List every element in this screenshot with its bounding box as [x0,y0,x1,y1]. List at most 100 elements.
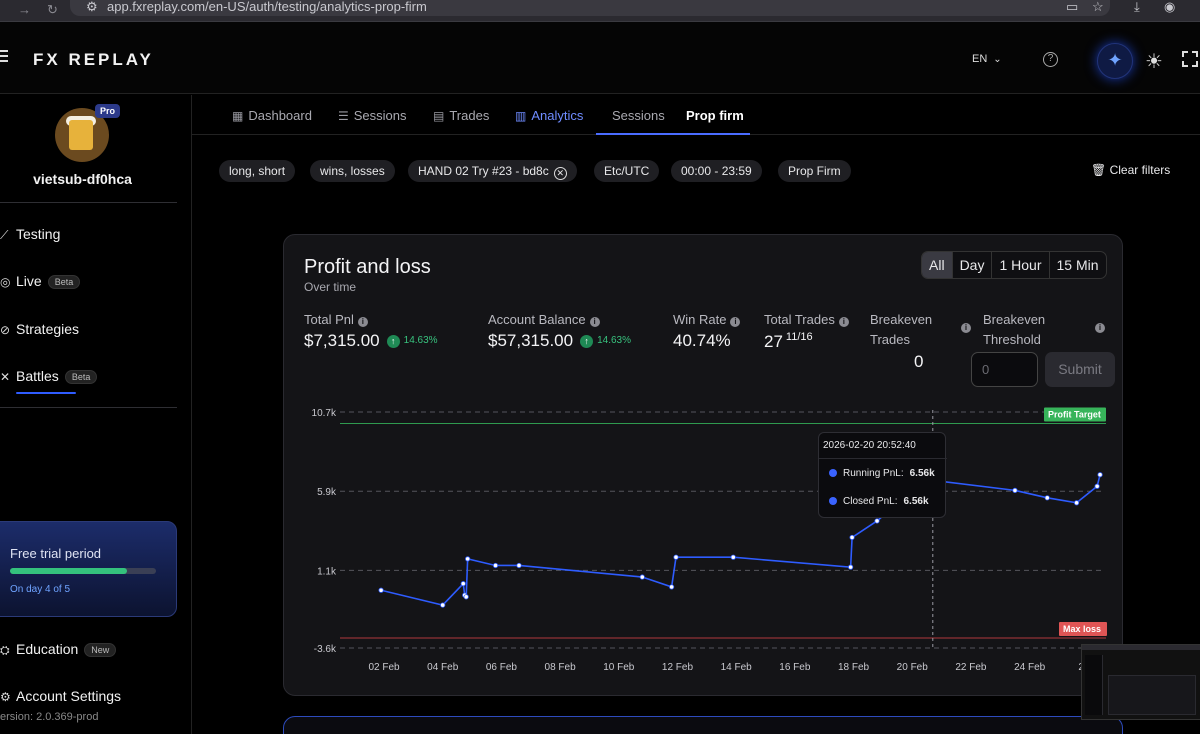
tooltip-running-row: Running PnL: 6.56k [829,468,935,479]
broadcast-icon: ◎ [0,275,11,289]
trial-title: Free trial period [10,546,102,561]
tab-sessions-2[interactable]: Sessions [612,108,665,123]
tooltip-value: 6.56k [909,468,935,479]
filter-chip-time-range[interactable]: 00:00 - 23:59 [671,160,762,182]
reload-icon[interactable]: ↻ [47,2,58,18]
data-point [492,562,499,569]
sidebar-item-label: Strategies [16,321,80,337]
active-indicator [16,392,76,394]
sidebar-item-live[interactable]: ◎ Live Beta [0,273,81,290]
sidebar-item-label: Testing [16,226,61,242]
clear-filters-label: Clear filters [1109,163,1171,177]
x-tick-label: 24 Feb [1014,662,1046,673]
filter-chip-prop-firm[interactable]: Prop Firm [778,160,851,182]
data-point [516,562,522,569]
sidebar-item-account-settings[interactable]: ⚙ Account Settings [0,688,121,704]
x-tick-label: 22 Feb [955,662,987,673]
help-icon[interactable]: ? [1043,52,1058,67]
x-tick-label: 14 Feb [721,662,753,673]
compass-icon: ⊘ [0,323,11,337]
install-icon[interactable]: ▭ [1066,0,1078,14]
url-text[interactable]: app.fxreplay.com/en-US/auth/testing/anal… [107,0,427,14]
graduation-cap-icon: ⛭ [0,643,10,657]
filter-chip-result[interactable]: wins, losses [310,160,395,182]
filter-chip-direction[interactable]: long, short [219,160,296,182]
next-card [283,716,1123,734]
filter-chip-session[interactable]: HAND 02 Try #23 - bd8c ✕ [408,160,577,182]
tab-analytics[interactable]: ▥ Analytics [515,108,583,123]
sidebar-item-battles[interactable]: ✕ Battles Beta [0,368,98,385]
x-tick-label: 12 Feb [662,662,694,673]
profile-icon[interactable]: ◉ [1164,0,1175,14]
series-dot [829,469,837,477]
sidebar-item-label: Account Settings [16,688,122,704]
y-tick-label: 10.7k [312,408,337,419]
swords-icon: ✕ [0,370,11,384]
data-point [639,574,645,580]
data-point [669,584,675,590]
site-info-icon[interactable]: ⚙ [86,0,98,14]
username: vietsub-df0hca [33,171,132,187]
chip-label: HAND 02 Try #23 - bd8c [418,164,549,178]
menu-icon[interactable] [0,50,10,65]
tooltip-closed-row: Closed PnL: 6.56k [829,496,929,507]
data-point [465,556,471,562]
grid-icon: ▦ [232,109,244,123]
max-loss-label: Max loss [1063,624,1101,634]
x-tick-label: 18 Feb [838,662,870,673]
sidebar-item-testing[interactable]: ⟋ Testing [0,226,60,243]
chart-line-icon: ⟋ [0,228,9,242]
logo[interactable]: FX REPLAY [33,50,154,70]
trial-progress [10,568,156,574]
analytics-tabs: ▦ Dashboard ☰ Sessions ▤ Trades ▥ Analytics … [192,95,1200,135]
filter-chip-timezone[interactable]: Etc/UTC [594,160,660,182]
close-icon[interactable]: ✕ [553,167,567,180]
version-text: ersion: 2.0.369-prod [0,711,99,723]
trial-day-text: On day 4 of 5 [10,584,71,595]
tooltip-label: Running PnL: [843,468,904,479]
tab-prop-firm[interactable]: Prop firm [686,108,744,123]
theme-sun-icon[interactable]: ☀ [1145,49,1163,74]
language-label: EN [972,53,988,65]
pnl-chart[interactable]: 10.7k 5.9k 1.1k -3.6k 02 Feb 04 Feb 06 Feb 08 F… [284,235,1123,696]
data-point [849,534,855,541]
divider [0,407,177,408]
gear-icon: ⚙ [0,690,11,704]
download-icon[interactable]: ⤓ [1134,0,1140,14]
trial-card[interactable]: Free trial period On day 4 of 5 [0,521,177,617]
tab-label: Trades [449,108,490,123]
pnl-series-line [380,474,1101,606]
sidebar-item-strategies[interactable]: ⊘ Strategies [0,321,79,337]
y-tick-label: 5.9k [317,487,337,498]
tab-trades[interactable]: ▤ Trades [433,108,489,123]
sidebar-item-education[interactable]: ⛭ Education New [0,641,117,658]
data-point [874,518,880,524]
tab-label: Prop firm [686,108,744,123]
sidebar-item-label: Education [16,641,79,657]
tab-sessions[interactable]: ☰ Sessions [338,108,407,123]
pro-badge: Pro [95,104,121,118]
list-icon: ☰ [338,109,349,123]
forward-icon[interactable]: → [18,2,31,17]
divider [0,202,177,203]
data-point [673,554,679,560]
data-point [730,554,736,560]
data-point [1097,472,1103,478]
browser-toolbar: → ↻ ⚙ app.fxreplay.com/en-US/auth/testin… [0,0,1200,22]
language-selector[interactable]: EN ⌄ [972,53,1002,65]
data-point [1094,483,1100,489]
tab-dashboard[interactable]: ▦ Dashboard [232,108,312,123]
clear-filters-button[interactable]: 🗑 Clear filters [1091,163,1170,177]
screen-share-preview[interactable] [1081,644,1200,720]
new-badge: New [84,643,117,658]
data-point [440,602,446,608]
data-point [1073,500,1080,506]
fullscreen-icon[interactable] [1182,51,1198,67]
series-dot [829,497,837,505]
data-point [1044,495,1050,501]
profit-target-label: Profit Target [1048,410,1101,420]
tooltip-label: Closed PnL: [843,496,898,507]
ai-sparkle-icon[interactable]: ✦ [1097,43,1133,79]
bookmark-star-icon[interactable]: ☆ [1092,0,1104,14]
x-tick-label: 08 Feb [545,662,577,673]
